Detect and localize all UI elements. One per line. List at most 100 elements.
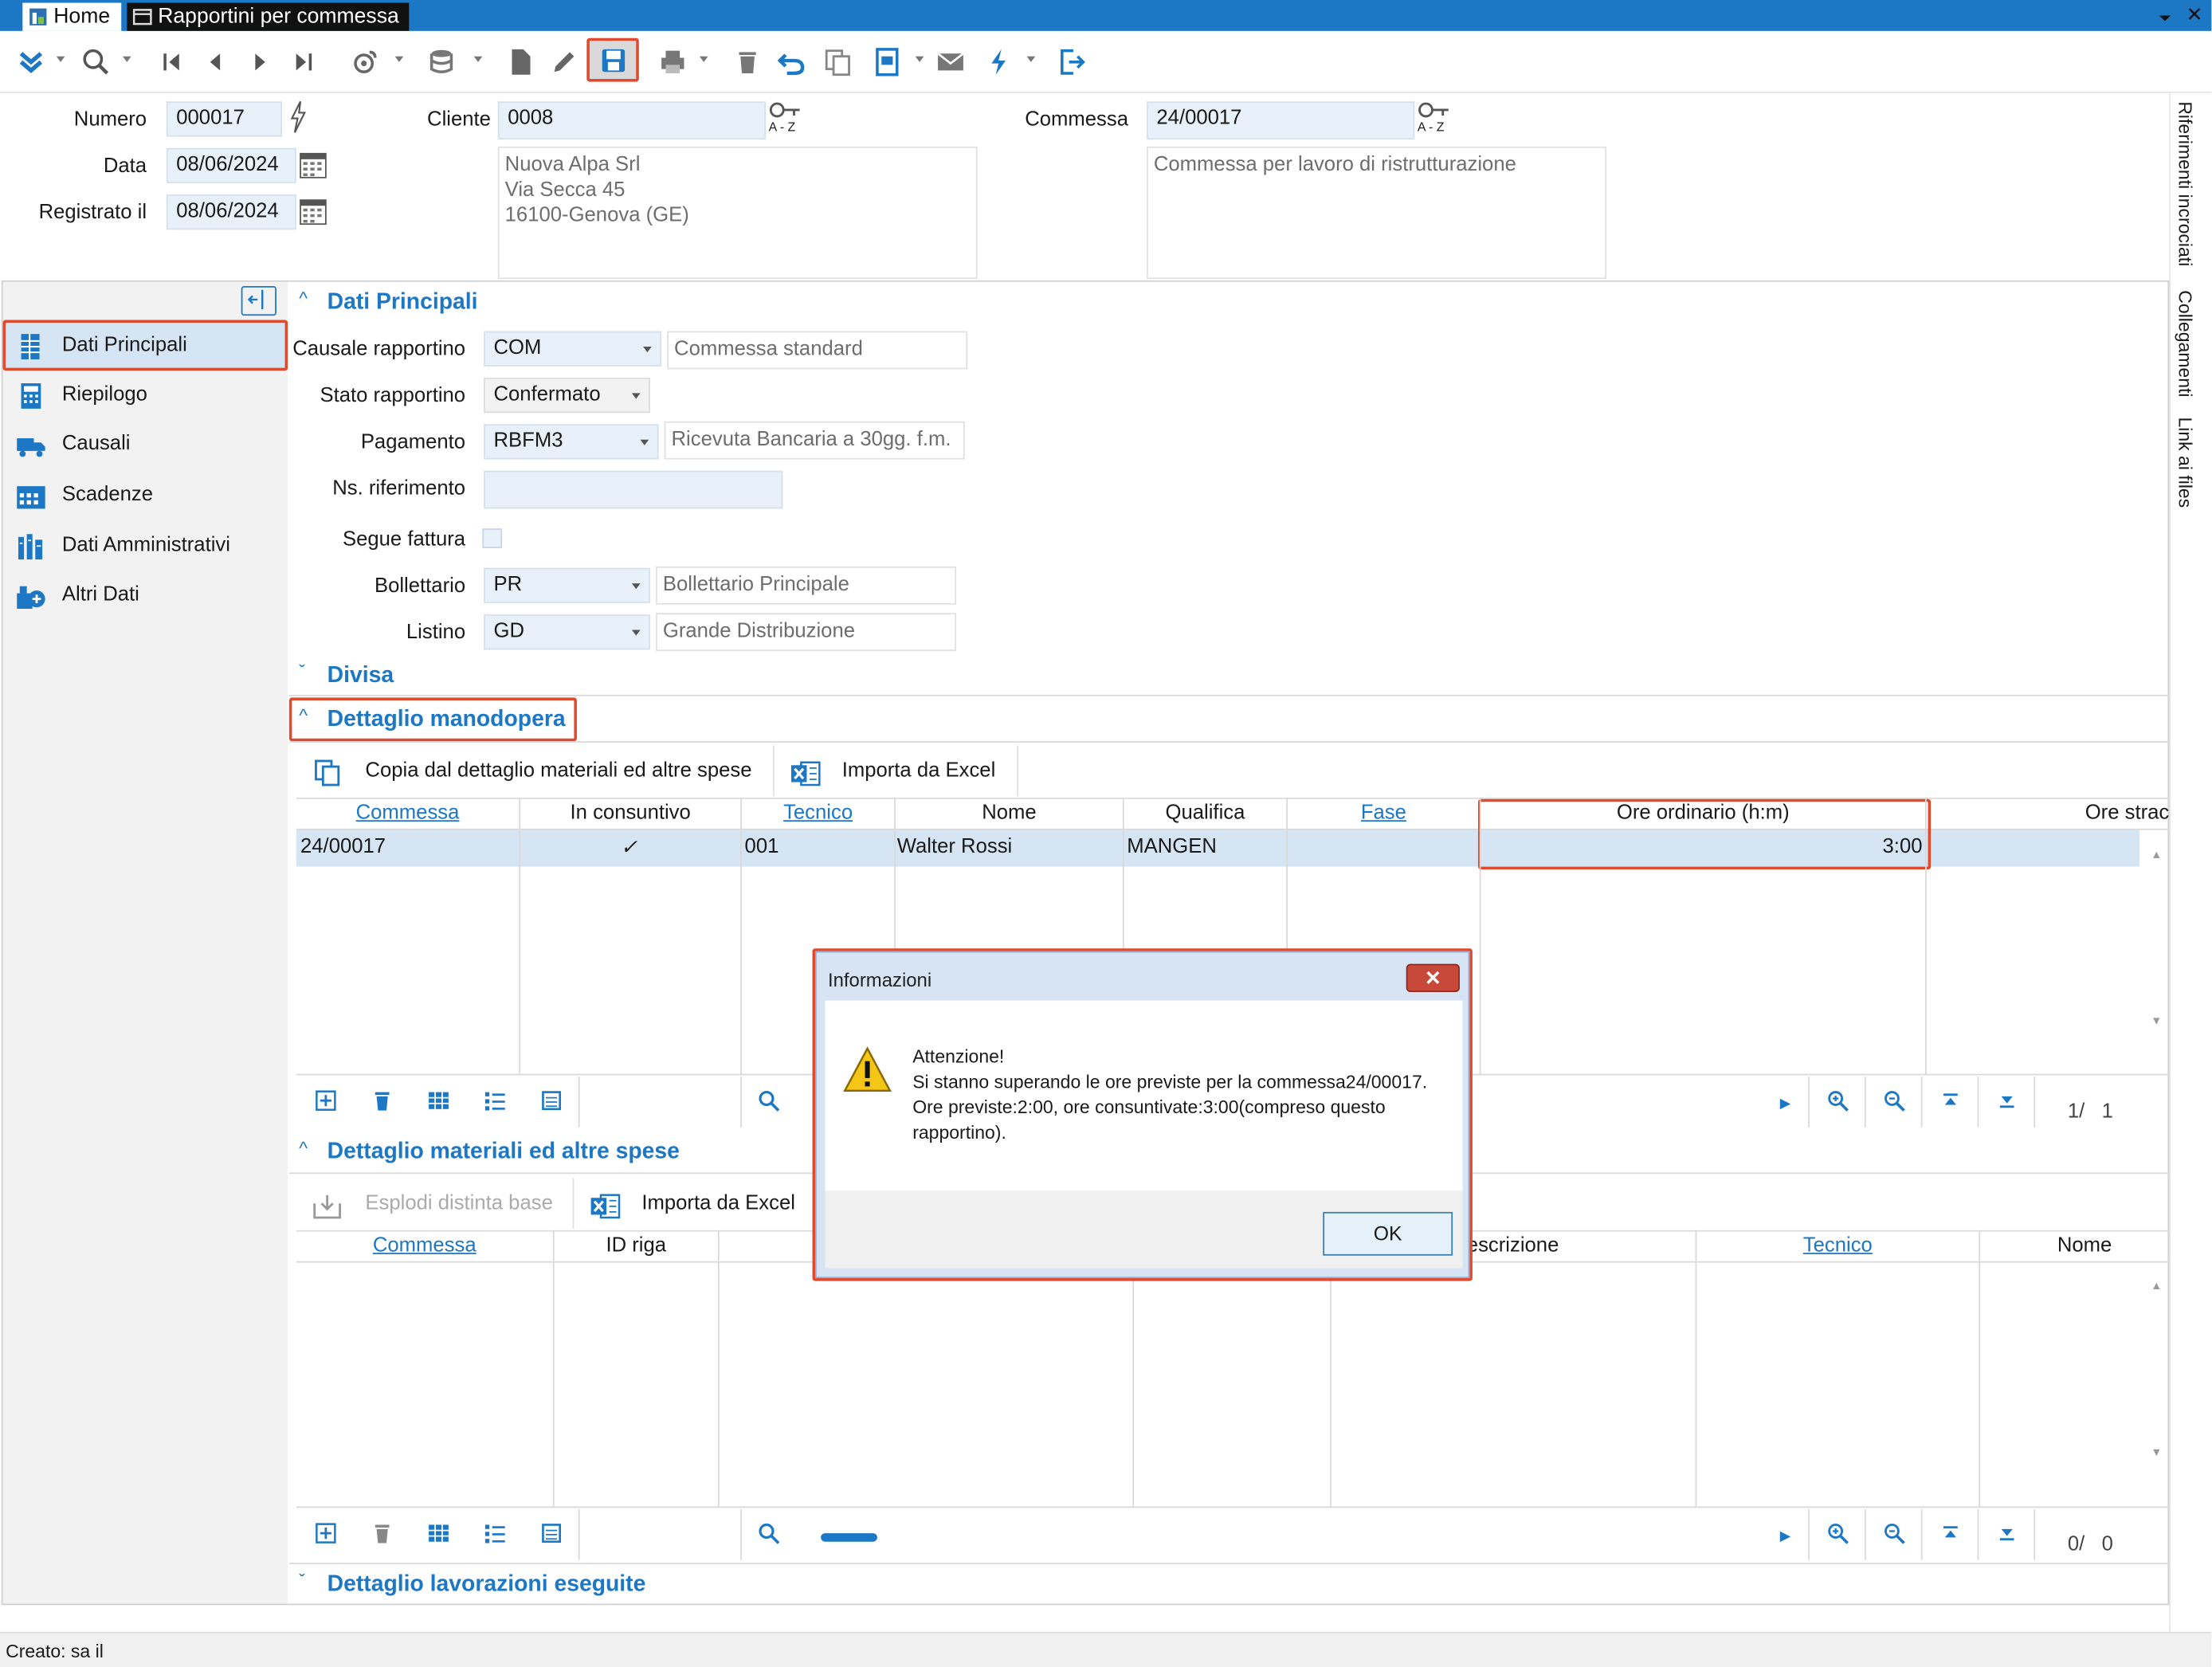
section-dettaglio-materiali[interactable]: ^ Dettaglio materiali ed altre spese [288, 1137, 680, 1166]
database-icon[interactable] [423, 42, 463, 82]
key-lookup-icon[interactable] [769, 100, 802, 120]
scroll-right-icon[interactable]: ▶ [1780, 1529, 1791, 1544]
grid-view-icon[interactable] [423, 1518, 454, 1549]
sidebar-item-causali[interactable]: Causali [3, 420, 288, 468]
cell-nome[interactable]: Walter Rossi [897, 836, 1013, 858]
lightning-small-icon[interactable] [288, 100, 308, 134]
move-top-icon[interactable] [1935, 1085, 1966, 1116]
import-excel-button[interactable]: Importa da Excel [776, 745, 1018, 797]
ok-button[interactable]: OK [1323, 1211, 1453, 1256]
calendar-icon[interactable] [297, 196, 328, 227]
lightning-icon[interactable] [979, 42, 1018, 82]
sidebar-item-riepilogo[interactable]: Riepilogo [3, 371, 288, 418]
grid-view-icon[interactable] [423, 1085, 454, 1116]
list-view-icon[interactable] [480, 1085, 511, 1116]
cell-commessa[interactable]: 24/00017 [300, 836, 386, 858]
tab-collegamenti[interactable]: Collegamenti [2175, 290, 2196, 397]
stato-dropdown[interactable]: Confermato [484, 377, 650, 414]
search-icon[interactable] [76, 42, 116, 82]
list-view-icon[interactable] [480, 1518, 511, 1549]
az-sort-label[interactable]: A - Z [1418, 120, 1445, 134]
column-header-commessa[interactable]: Commessa [296, 1234, 553, 1257]
delete-row-icon[interactable] [367, 1085, 398, 1116]
horizontal-scroll-thumb[interactable] [821, 1533, 877, 1542]
column-header-fase[interactable]: Fase [1288, 802, 1480, 824]
scroll-up-icon[interactable]: ▲ [2151, 849, 2162, 861]
form-view-icon[interactable] [536, 1518, 567, 1549]
section-dati-principali[interactable]: ^ Dati Principali [288, 288, 477, 316]
save-icon[interactable] [586, 37, 639, 82]
copy-from-materials-button[interactable]: Copia dal dettaglio materiali ed altre s… [297, 745, 775, 797]
dialog-close-button[interactable]: ✕ [1406, 963, 1460, 993]
az-sort-label[interactable]: A - Z [769, 120, 796, 134]
form-view-icon[interactable] [536, 1085, 567, 1116]
import-excel-button[interactable]: Importa da Excel [575, 1178, 818, 1229]
segue-fattura-checkbox[interactable] [482, 528, 503, 548]
move-bottom-icon[interactable] [1991, 1518, 2022, 1549]
next-record-icon[interactable] [240, 42, 280, 82]
close-icon[interactable]: ✕ [2187, 4, 2206, 24]
column-header-in-consuntivo[interactable]: In consuntivo [520, 802, 740, 824]
ns-riferimento-field[interactable] [484, 470, 783, 509]
zoom-out-icon[interactable] [1879, 1085, 1910, 1116]
first-record-icon[interactable] [152, 42, 192, 82]
satellite-icon[interactable] [346, 42, 386, 82]
edit-pencil-icon[interactable] [544, 42, 584, 82]
email-icon[interactable] [931, 42, 971, 82]
search-icon[interactable] [753, 1085, 784, 1116]
move-bottom-icon[interactable] [1991, 1085, 2022, 1116]
delete-icon[interactable] [728, 42, 767, 82]
tab-link-ai-files[interactable]: Link ai files [2175, 417, 2196, 508]
zoom-in-icon[interactable] [1822, 1085, 1853, 1116]
column-header-tecnico[interactable]: Tecnico [1696, 1234, 1979, 1257]
cell-consuntivo-check[interactable]: ✓ [621, 837, 638, 859]
scroll-up-icon[interactable]: ▲ [2151, 1280, 2162, 1292]
section-dettaglio-lavorazioni[interactable]: ˇ Dettaglio lavorazioni eseguite [288, 1570, 645, 1598]
zoom-out-icon[interactable] [1879, 1518, 1910, 1549]
print-icon[interactable] [653, 42, 693, 82]
calendar-icon[interactable] [297, 149, 328, 180]
scroll-down-icon[interactable]: ▼ [2151, 1445, 2162, 1458]
cell-qualifica[interactable]: MANGEN [1127, 836, 1217, 858]
cell-tecnico[interactable]: 001 [745, 836, 779, 858]
last-record-icon[interactable] [284, 42, 324, 82]
collapse-sidebar-icon[interactable] [241, 286, 276, 316]
column-header-qualifica[interactable]: Qualifica [1124, 802, 1287, 824]
duplicate-icon[interactable] [818, 42, 858, 82]
column-header-descrizione[interactable]: escrizione [1467, 1234, 1608, 1257]
section-divisa[interactable]: ˇ Divisa [288, 661, 394, 689]
column-header-nome[interactable]: Nome [1980, 1234, 2189, 1257]
commessa-field[interactable]: 24/00017 [1147, 101, 1415, 140]
zoom-in-icon[interactable] [1822, 1518, 1853, 1549]
undo-icon[interactable] [771, 42, 811, 82]
column-header-tecnico[interactable]: Tecnico [742, 802, 894, 824]
sidebar-item-altri-dati[interactable]: Altri Dati [3, 571, 288, 618]
report-icon[interactable] [868, 42, 908, 82]
add-row-icon[interactable] [310, 1518, 341, 1549]
move-top-icon[interactable] [1935, 1518, 1966, 1549]
registrato-field[interactable]: 08/06/2024 [166, 194, 296, 230]
causale-dropdown[interactable]: COM [484, 331, 662, 367]
column-header-nome[interactable]: Nome [896, 802, 1123, 824]
key-lookup-icon[interactable] [1418, 100, 1451, 120]
previous-record-icon[interactable] [196, 42, 236, 82]
sidebar-item-scadenze[interactable]: Scadenze [3, 471, 288, 519]
new-document-icon[interactable] [500, 42, 540, 82]
tab-home[interactable]: Home [22, 2, 122, 31]
window-menu-chevron-icon[interactable] [2158, 9, 2172, 23]
search-icon[interactable] [753, 1518, 784, 1549]
column-header-id-riga[interactable]: ID riga [555, 1234, 718, 1257]
delete-row-icon[interactable] [367, 1518, 398, 1549]
exit-icon[interactable] [1052, 42, 1092, 82]
bollettario-dropdown[interactable]: PR [484, 567, 650, 603]
expand-all-icon[interactable] [11, 42, 51, 82]
add-row-icon[interactable] [310, 1085, 341, 1116]
numero-field[interactable]: 000017 [166, 101, 282, 137]
scroll-down-icon[interactable]: ▼ [2151, 1014, 2162, 1027]
listino-dropdown[interactable]: GD [484, 614, 650, 650]
data-field[interactable]: 08/06/2024 [166, 147, 296, 183]
pagamento-dropdown[interactable]: RBFM3 [484, 424, 659, 460]
tab-riferimenti-incrociati[interactable]: Riferimenti incrociati [2175, 101, 2196, 266]
sidebar-item-dati-amministrativi[interactable]: Dati Amministrativi [3, 521, 288, 569]
column-header-ore-straordinario[interactable]: Ore strac [2031, 802, 2170, 824]
